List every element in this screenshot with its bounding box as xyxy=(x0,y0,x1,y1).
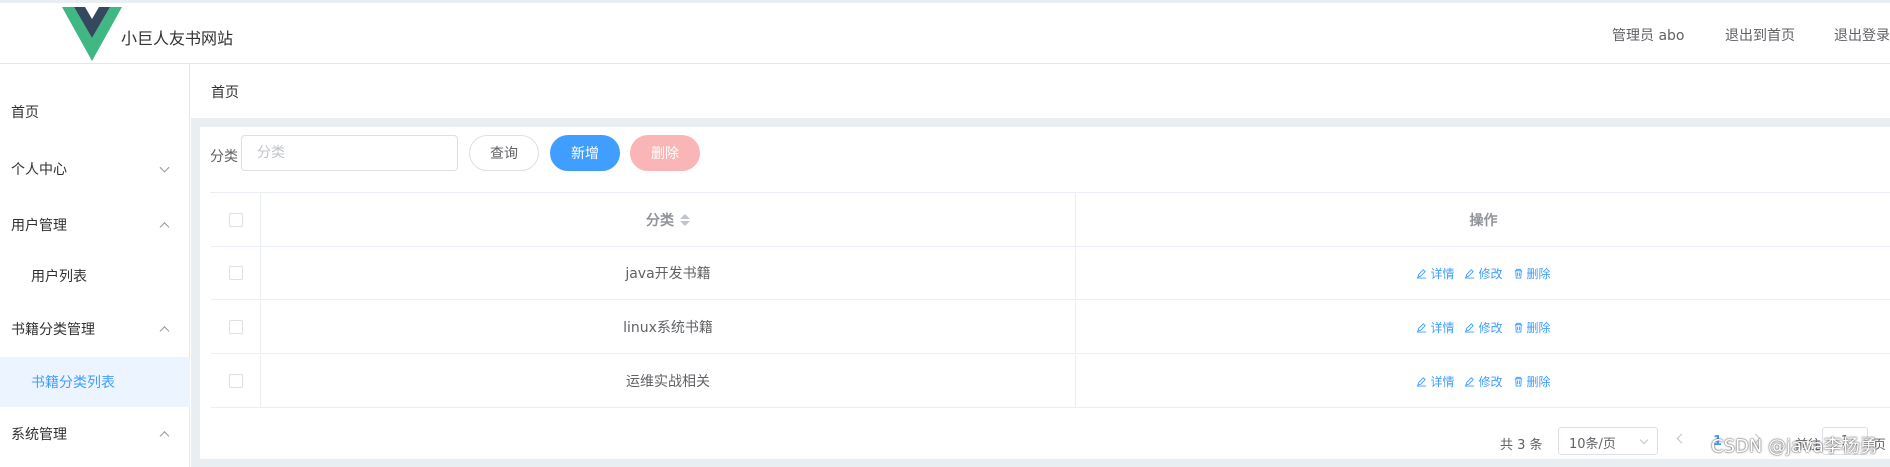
sidebar-item-user-list[interactable]: 用户列表 xyxy=(0,251,190,301)
sidebar-item-label: 书籍分类管理 xyxy=(11,322,95,338)
sidebar-item-book-category-management[interactable]: 书籍分类管理 xyxy=(0,304,190,354)
prev-page-icon[interactable] xyxy=(1676,433,1687,444)
category-search-input[interactable] xyxy=(241,135,458,171)
edit-link[interactable]: 修改 xyxy=(1464,373,1503,390)
category-table: 分类 操作 java开发书籍 详情 修改 删除 linux系统书籍 详情 修改 … xyxy=(210,192,1890,408)
actions-cell: 详情 修改 删除 xyxy=(1076,355,1890,407)
header-checkbox-cell xyxy=(211,193,261,246)
edit-link[interactable]: 修改 xyxy=(1464,319,1503,336)
category-cell: 运维实战相关 xyxy=(261,355,1076,407)
row-checkbox-cell xyxy=(211,301,261,353)
column-header-label: 分类 xyxy=(646,212,674,229)
chevron-down-icon xyxy=(1639,435,1649,445)
top-header: 小巨人友书网站 管理员 abo 退出到首页 退出登录 xyxy=(0,0,1890,64)
breadcrumb[interactable]: 首页 xyxy=(211,82,239,102)
chevron-down-icon xyxy=(159,162,170,173)
delete-link[interactable]: 删除 xyxy=(1513,319,1551,336)
search-label: 分类 xyxy=(210,149,238,165)
select-all-checkbox[interactable] xyxy=(228,212,243,227)
sidebar-item-label: 书籍分类列表 xyxy=(31,375,115,391)
back-home-link[interactable]: 退出到首页 xyxy=(1725,25,1795,45)
actions-cell: 详情 修改 删除 xyxy=(1076,301,1890,353)
sidebar-item-personal-center[interactable]: 个人中心 xyxy=(0,144,190,194)
sidebar-item-label: 用户管理 xyxy=(11,218,67,234)
edit-pen-icon xyxy=(1417,322,1427,333)
breadcrumb-bar: 首页 xyxy=(191,64,1890,118)
sidebar-item-user-management[interactable]: 用户管理 xyxy=(0,200,190,250)
vue-logo-icon xyxy=(62,7,122,61)
query-button[interactable]: 查询 xyxy=(469,135,539,171)
table-row: 运维实战相关 详情 修改 删除 xyxy=(211,355,1890,408)
actions-column-header: 操作 xyxy=(1076,193,1890,246)
batch-delete-button[interactable]: 删除 xyxy=(630,135,700,171)
trash-icon xyxy=(1514,268,1522,279)
sidebar-item-label: 个人中心 xyxy=(11,162,67,178)
table-row: linux系统书籍 详情 修改 删除 xyxy=(211,301,1890,354)
sidebar-item-book-category-list[interactable]: 书籍分类列表 xyxy=(0,357,190,407)
sidebar-item-home[interactable]: 首页 xyxy=(0,87,190,137)
chevron-up-icon xyxy=(159,222,170,233)
detail-link[interactable]: 详情 xyxy=(1416,319,1454,336)
row-checkbox[interactable] xyxy=(228,320,243,334)
total-count: 共 3 条 xyxy=(1500,438,1543,453)
row-checkbox[interactable] xyxy=(228,266,243,280)
delete-link[interactable]: 删除 xyxy=(1513,373,1551,390)
row-checkbox[interactable] xyxy=(228,374,243,388)
edit-pen-icon xyxy=(1417,376,1427,387)
trash-icon xyxy=(1514,322,1522,333)
edit-pen-icon xyxy=(1465,322,1475,333)
delete-link[interactable]: 删除 xyxy=(1513,265,1551,282)
pagination: 共 3 条 10条/页 1 前往 页 xyxy=(200,427,1890,459)
category-column-header[interactable]: 分类 xyxy=(261,193,1076,246)
edit-pen-icon xyxy=(1465,376,1475,387)
list-card: 分类 查询 新增 删除 分类 操作 java开发书籍 xyxy=(200,127,1890,459)
actions-cell: 详情 修改 删除 xyxy=(1076,247,1890,299)
row-checkbox-cell xyxy=(211,355,261,407)
chevron-up-icon xyxy=(159,431,170,442)
logout-link[interactable]: 退出登录 xyxy=(1834,25,1890,45)
sidebar-menu: 首页 个人中心 用户管理 用户列表 书籍分类管理 书籍分类列表 系统管理 xyxy=(0,64,190,467)
sort-icon[interactable] xyxy=(680,213,690,226)
edit-pen-icon xyxy=(1417,268,1427,279)
chevron-up-icon xyxy=(159,326,170,337)
sidebar-item-label: 首页 xyxy=(11,105,39,121)
trash-icon xyxy=(1514,376,1522,387)
detail-link[interactable]: 详情 xyxy=(1416,265,1454,282)
edit-link[interactable]: 修改 xyxy=(1464,265,1503,282)
column-header-label: 操作 xyxy=(1469,212,1498,229)
edit-pen-icon xyxy=(1465,268,1475,279)
watermark: CSDN @java李杨勇 xyxy=(1711,436,1878,457)
table-header-row: 分类 操作 xyxy=(211,193,1890,247)
page-size-select[interactable]: 10条/页 xyxy=(1558,427,1658,455)
sidebar-item-system-management[interactable]: 系统管理 xyxy=(0,409,190,459)
page-size-value: 10条/页 xyxy=(1569,437,1616,452)
row-checkbox-cell xyxy=(211,247,261,299)
site-title: 小巨人友书网站 xyxy=(121,29,234,48)
category-cell: linux系统书籍 xyxy=(261,301,1076,353)
sidebar-item-label: 用户列表 xyxy=(31,269,87,285)
main-content: 首页 分类 查询 新增 删除 分类 操作 java开发书籍 xyxy=(191,64,1890,467)
sidebar-item-label: 系统管理 xyxy=(11,427,67,443)
detail-link[interactable]: 详情 xyxy=(1416,373,1454,390)
table-row: java开发书籍 详情 修改 删除 xyxy=(211,247,1890,300)
admin-label: 管理员 abo xyxy=(1612,28,1685,44)
category-cell: java开发书籍 xyxy=(261,247,1076,299)
add-button[interactable]: 新增 xyxy=(550,135,620,171)
